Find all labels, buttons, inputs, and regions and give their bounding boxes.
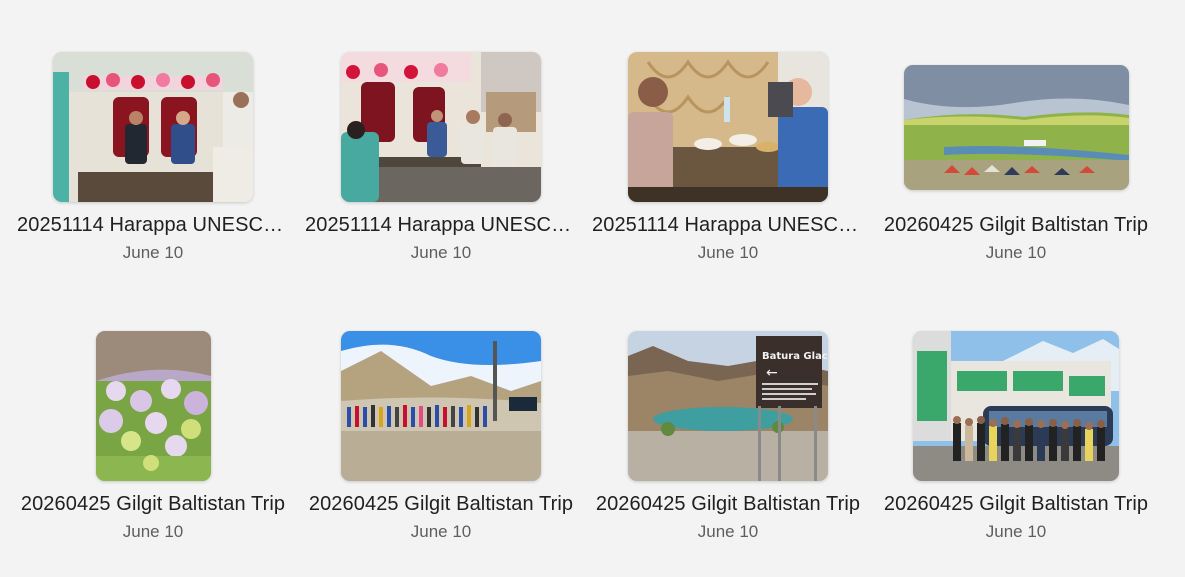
photo-thumbnail[interactable] [341,52,541,202]
photo-thumbnail[interactable] [913,331,1119,481]
album-tile[interactable]: 20251114 Harappa UNESCO Conference June … [9,42,297,282]
album-date: June 10 [985,522,1047,541]
album-date: June 10 [697,243,759,262]
album-tile[interactable]: 20260425 Gilgit Baltistan Trip June 10 [872,321,1160,561]
album-title: 20260425 Gilgit Baltistan Trip [308,493,574,515]
photo-thumbnail[interactable] [903,64,1129,190]
album-tile[interactable]: 20260425 Gilgit Baltistan Trip June 10 [872,42,1160,282]
album-title: 20260425 Gilgit Baltistan Trip [883,214,1149,236]
album-tile[interactable]: 20251114 Harappa UNESCO Conference June … [297,42,585,282]
album-date: June 10 [697,522,759,541]
album-title: 20251114 Harappa UNESCO Conference [305,214,577,236]
photo-grid: 20251114 Harappa UNESCO Conference June … [0,0,1185,577]
album-title: 20260425 Gilgit Baltistan Trip [595,493,861,515]
photo-thumbnail[interactable] [341,331,541,481]
album-title: 20251114 Harappa UNESCO Conference [17,214,289,236]
photo-thumbnail[interactable]: Batura Glacier ← [628,331,828,481]
sign-title: Batura Glacier [762,351,828,362]
album-date: June 10 [410,522,472,541]
album-tile[interactable]: 20260425 Gilgit Baltistan Trip June 10 [297,321,585,561]
album-tile[interactable]: 20260425 Gilgit Baltistan Trip June 10 [9,321,297,561]
album-title: 20251114 Harappa UNESCO Conference [592,214,864,236]
album-title: 20260425 Gilgit Baltistan Trip [883,493,1149,515]
album-tile[interactable]: Batura Glacier ← 20260425 Gilgit Baltist… [584,321,872,561]
album-date: June 10 [122,243,184,262]
photo-thumbnail[interactable] [53,52,253,202]
album-date: June 10 [410,243,472,262]
photo-thumbnail[interactable] [95,331,211,481]
album-date: June 10 [122,522,184,541]
sign-arrow: ← [766,365,778,381]
photo-thumbnail[interactable] [628,52,828,202]
album-date: June 10 [985,243,1047,262]
album-title: 20260425 Gilgit Baltistan Trip [20,493,286,515]
album-tile[interactable]: 20251114 Harappa UNESCO Conference June … [584,42,872,282]
